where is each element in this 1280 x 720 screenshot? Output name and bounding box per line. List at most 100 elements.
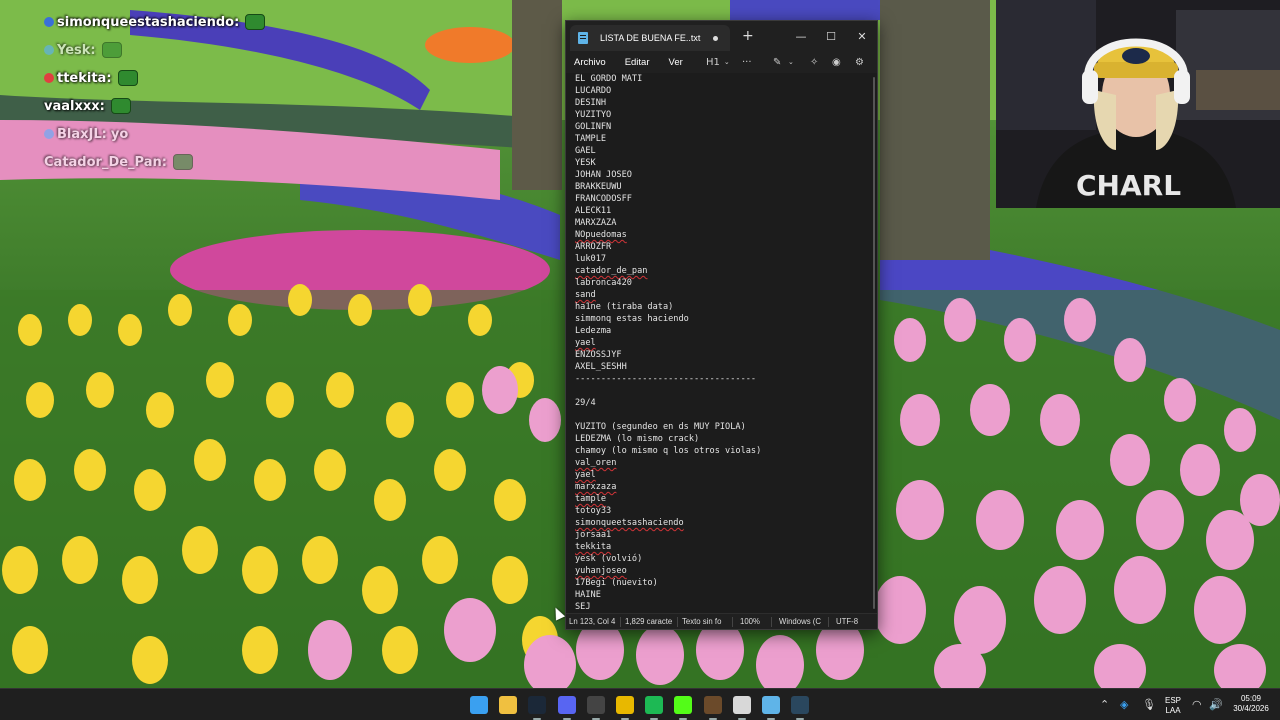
text-line[interactable]: 29/4 [566, 397, 877, 409]
notepad-window[interactable]: LISTA DE BUENA FE..txt + — ☐ ✕ Archivo E… [565, 20, 878, 630]
new-tab-button[interactable]: + [742, 28, 754, 44]
menu-editar[interactable]: Editar [625, 57, 650, 68]
discord-icon[interactable] [557, 696, 576, 714]
text-line[interactable]: yuhanjoseo [566, 565, 877, 577]
menu-ver[interactable]: Ver [669, 57, 683, 68]
text-line[interactable]: yael [566, 337, 877, 349]
more-options-button[interactable]: ··· [742, 51, 752, 73]
text-line[interactable]: val_oren [566, 457, 877, 469]
text-line[interactable]: MARXZAZA [566, 217, 877, 229]
text-format[interactable]: Texto sin fo [682, 617, 721, 626]
text-line[interactable]: catador_de_pan [566, 265, 877, 277]
text-line[interactable]: GOLINFN [566, 121, 877, 133]
text-line[interactable]: Ledezma [566, 325, 877, 337]
text-line[interactable]: YUZITO (segundeo en ds MUY PIOLA) [566, 421, 877, 433]
text-line[interactable]: marxzaza [566, 481, 877, 493]
text-line[interactable]: SEJ [566, 601, 877, 613]
text-line[interactable]: simmonq estas haciendo [566, 313, 877, 325]
language-indicator[interactable]: ESP LAA [1158, 696, 1188, 716]
text-line[interactable]: YUZITYO [566, 109, 877, 121]
volume-icon[interactable]: 🔊 [1209, 698, 1223, 711]
text-line[interactable]: TAMPLE [566, 133, 877, 145]
text-line[interactable]: AXEL_SESHH [566, 361, 877, 373]
vertical-scrollbar[interactable] [873, 77, 875, 609]
text-line[interactable]: GAEL [566, 145, 877, 157]
text-line[interactable] [566, 409, 877, 421]
close-button[interactable]: ✕ [847, 21, 877, 51]
text-line[interactable]: EL GORDO MATI [566, 73, 877, 85]
stream-chat-overlay: simonqueestashaciendo: Yesk: ttekita: vaalx… [44, 8, 274, 176]
user-badge-icon [44, 45, 54, 55]
status-divider [620, 617, 621, 627]
formatting-icon[interactable]: ✎ [773, 51, 781, 73]
taskbar: ⌃ ◈ 🎙 ESP LAA ◠ 🔊 05:09 30/4/2026 [0, 688, 1280, 720]
chevron-up-icon[interactable]: ⌃ [1100, 698, 1109, 711]
text-line[interactable]: totoy33 [566, 505, 877, 517]
text-line[interactable]: yesk (volvió) [566, 553, 877, 565]
text-line[interactable] [566, 385, 877, 397]
heading-label: H1 [706, 56, 720, 68]
maximize-button[interactable]: ☐ [816, 21, 846, 51]
zoom-level[interactable]: 100% [740, 617, 760, 626]
text-line[interactable]: ha1ne (tiraba data) [566, 301, 877, 313]
spotify-icon[interactable] [645, 696, 664, 714]
clock[interactable]: 05:09 30/4/2026 [1226, 694, 1276, 714]
minimize-button[interactable]: — [786, 21, 816, 51]
language-top: ESP [1164, 696, 1181, 705]
account-icon[interactable]: ◉ [832, 51, 841, 73]
chat-message: Catador_De_Pan: [44, 148, 274, 176]
text-line[interactable]: ALECK11 [566, 205, 877, 217]
defender-icon[interactable]: ◈ [1120, 698, 1128, 711]
minecraft-icon[interactable] [703, 696, 722, 714]
heading-dropdown[interactable]: H1 ⌄ [706, 51, 730, 73]
text-line[interactable]: BRAKKEUWU [566, 181, 877, 193]
text-line[interactable]: sand [566, 289, 877, 301]
kick-icon[interactable] [674, 696, 693, 714]
steam-icon[interactable] [528, 696, 547, 714]
text-line[interactable]: chamoy (lo mismo q los otros violas) [566, 445, 877, 457]
text-line[interactable]: ARROZFR [566, 241, 877, 253]
text-line[interactable]: LEDEZMA (lo mismo crack) [566, 433, 877, 445]
notepad-icon[interactable] [762, 696, 780, 714]
copilot-icon[interactable]: ✧ [810, 51, 818, 73]
obs-icon[interactable] [586, 696, 605, 714]
file-tab[interactable]: LISTA DE BUENA FE..txt [570, 25, 730, 51]
text-line[interactable]: luk017 [566, 253, 877, 265]
menu-archivo[interactable]: Archivo [574, 57, 606, 68]
text-line[interactable]: YESK [566, 157, 877, 169]
ccleaner-icon[interactable] [732, 696, 751, 714]
chrome-icon[interactable] [616, 696, 634, 714]
text-line[interactable]: yael [566, 469, 877, 481]
chat-emote-icon [245, 14, 266, 30]
wifi-icon[interactable]: ◠ [1192, 698, 1202, 711]
text-line[interactable]: simonqueetsashaciendo [566, 517, 877, 529]
text-line[interactable]: labronca420 [566, 277, 877, 289]
text-line[interactable]: 17Begi (nuevito) [566, 577, 877, 589]
text-line[interactable]: ----------------------------------- [566, 373, 877, 385]
file-explorer-icon[interactable] [499, 696, 518, 714]
start-button[interactable] [470, 696, 488, 714]
steam-icon-2[interactable] [791, 696, 810, 714]
text-line[interactable]: JOHAN JOSEO [566, 169, 877, 181]
text-line[interactable]: jorsaa1 [566, 529, 877, 541]
language-bottom: LAA [1165, 706, 1181, 715]
text-editor[interactable]: EL GORDO MATI LUCARDO DESINH YUZITYO GOLINFN… [566, 73, 877, 615]
text-line[interactable]: ENZOSSJYF [566, 349, 877, 361]
text-line[interactable]: DESINH [566, 97, 877, 109]
text-line[interactable]: FRANCODOSFF [566, 193, 877, 205]
chat-username: simonqueestashaciendo: [57, 14, 240, 30]
microphone-icon[interactable]: 🎙 [1142, 698, 1156, 711]
text-line[interactable]: LUCARDO [566, 85, 877, 97]
settings-gear-icon[interactable]: ⚙ [855, 51, 864, 73]
unsaved-dot-icon[interactable] [713, 35, 718, 41]
status-divider [771, 617, 772, 627]
text-line[interactable]: tample [566, 493, 877, 505]
status-divider [677, 617, 678, 627]
chevron-down-icon[interactable]: ⌄ [788, 51, 794, 73]
line-ending[interactable]: Windows (C [779, 617, 821, 626]
text-line[interactable]: NOpuedomas [566, 229, 877, 241]
title-bar[interactable]: LISTA DE BUENA FE..txt + — ☐ ✕ [566, 21, 877, 51]
text-line[interactable]: tekkita [566, 541, 877, 553]
encoding[interactable]: UTF-8 [836, 617, 858, 626]
text-line[interactable]: HAINE [566, 589, 877, 601]
